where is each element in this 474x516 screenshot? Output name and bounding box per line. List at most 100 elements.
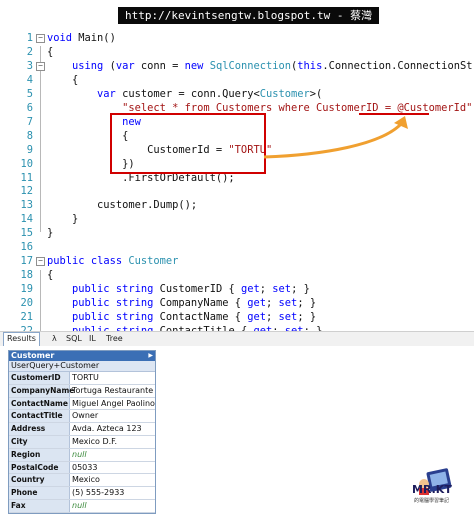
annotation-arrow-icon [263,115,408,159]
result-row: ContactTitle Owner [9,410,155,424]
result-row: CompanyName Tortuga Restaurante [9,384,155,398]
code-text: { [47,269,54,282]
result-row: City Mexico D.F. [9,435,155,449]
field-name: Country [9,474,70,487]
result-row: PostalCode 05033 [9,461,155,475]
code-text: public string CompanyName { get; set; } [72,297,317,310]
fold-toggle-icon[interactable]: − [36,61,45,71]
code-text: } [47,227,54,240]
line-number: 5 [26,87,33,100]
result-header[interactable]: Customer ▶ [9,351,155,361]
line-number: 10 [20,157,33,170]
code-text: public string ContactTitle { get; set; } [72,324,323,331]
line-number: 16 [20,241,33,254]
line-number: 13 [20,199,33,212]
field-name: Region [9,448,70,461]
line-number: 9 [26,143,33,156]
code-line[interactable]: 22 public string ContactTitle { get; set… [0,324,474,331]
tab-results[interactable]: Results [3,332,40,346]
field-name: Address [9,423,70,435]
code-text: } [47,213,79,226]
line-number: 7 [26,115,33,128]
code-line[interactable]: 15} [0,226,474,240]
code-line[interactable]: 4 { [0,73,474,87]
result-row: Phone (5) 555-2933 [9,487,155,500]
result-type-label: UserQuery+Customer [9,361,155,372]
result-title: Customer [11,351,55,360]
logo-subtitle: 的電腦學習筆記 [414,498,450,504]
line-number: 3 [26,59,33,72]
result-row: CustomerID TORTU [9,372,155,385]
field-name: CompanyName [9,384,75,397]
fold-toggle-icon[interactable]: − [36,257,45,267]
code-line[interactable]: 2{ [0,45,474,59]
line-number: 20 [20,297,33,310]
field-value: 05033 [72,462,98,472]
code-line[interactable]: 3− using (var conn = new SqlConnection(t… [0,59,474,73]
output-tab-bar: Results λ SQL IL Tree [0,331,474,347]
code-line[interactable]: 20 public string CompanyName { get; set;… [0,296,474,310]
field-value: Owner [72,411,99,421]
field-value: Mexico D.F. [72,436,118,446]
field-value: null [72,500,87,510]
result-row: Region null [9,448,155,462]
tab-lambda[interactable]: λ [52,333,57,345]
code-text: public string CustomerID { get; set; } [72,283,310,296]
tab-sql[interactable]: SQL [66,333,82,345]
code-text: public string ContactName { get; set; } [72,311,317,323]
line-number: 21 [20,311,33,323]
code-line[interactable]: 19 public string CustomerID { get; set; … [0,282,474,296]
result-rows: CustomerID TORTU CompanyName Tortuga Restau… [9,372,155,513]
result-row: ContactName Miguel Angel Paolino [9,397,155,411]
field-name: City [9,435,70,448]
line-number: 4 [26,73,33,86]
code-line[interactable]: 18 { [0,268,474,282]
code-text: var customer = conn.Query<Customer>( [97,87,323,100]
blog-url-label: http://kevintsengtw.blogspot.tw - 蔡灣 [118,7,380,24]
line-number: 19 [20,283,33,296]
code-line[interactable]: 14 } [0,212,474,226]
line-number: 15 [20,227,33,240]
tab-il[interactable]: IL [89,333,96,345]
code-text: { [47,73,79,86]
field-value: Miguel Angel Paolino [72,398,155,408]
code-text: public class Customer [47,255,179,268]
code-editor[interactable]: 1− void Main() 2{3− using (var conn = new … [0,28,474,331]
code-text: using (var conn = new SqlConnection(this… [72,59,474,72]
line-number: 1 [26,32,33,44]
tab-tree[interactable]: Tree [106,333,123,345]
field-value: Tortuga Restaurante [72,385,154,395]
customer-result-table: Customer ▶ UserQuery+Customer CustomerID… [8,350,156,514]
code-line[interactable]: 1− void Main() [0,31,474,45]
field-name: Phone [9,487,70,499]
code-text: customer.Dump(); [47,199,198,212]
code-line[interactable]: 5 var customer = conn.Query<Customer>( [0,87,474,101]
line-number: 14 [20,213,33,226]
fold-toggle-icon[interactable]: − [36,34,45,43]
code-line[interactable]: 16 [0,240,474,254]
line-number: 22 [20,324,33,331]
field-value: Avda. Azteca 123 [72,424,142,434]
logo-text: MR.KT [412,483,452,496]
field-value: Mexico [72,475,100,485]
line-number: 11 [20,171,33,184]
field-value: TORTU [72,373,99,382]
code-line[interactable]: 13 customer.Dump(); [0,198,474,212]
field-name: CustomerID [9,372,70,384]
anonymous-object-highlight-box [110,112,266,175]
field-name: ContactTitle [9,410,70,423]
line-number: 12 [20,185,33,198]
code-line[interactable]: 17− public class Customer [0,254,474,268]
results-panel: Customer ▶ UserQuery+Customer CustomerID… [0,346,474,516]
field-value: null [72,449,87,459]
code-line[interactable]: 21 public string ContactName { get; set;… [0,310,474,324]
collapse-triangle-icon[interactable]: ▶ [148,351,153,361]
code-line[interactable]: 12 [0,184,474,198]
code-text: { [47,45,54,58]
blog-banner: http://kevintsengtw.blogspot.tw - 蔡灣 [0,0,474,28]
line-number: 6 [26,101,33,114]
line-number: 2 [26,45,33,58]
result-row: Country Mexico [9,474,155,488]
field-name: PostalCode [9,461,70,474]
code-text: void Main() [47,32,116,44]
